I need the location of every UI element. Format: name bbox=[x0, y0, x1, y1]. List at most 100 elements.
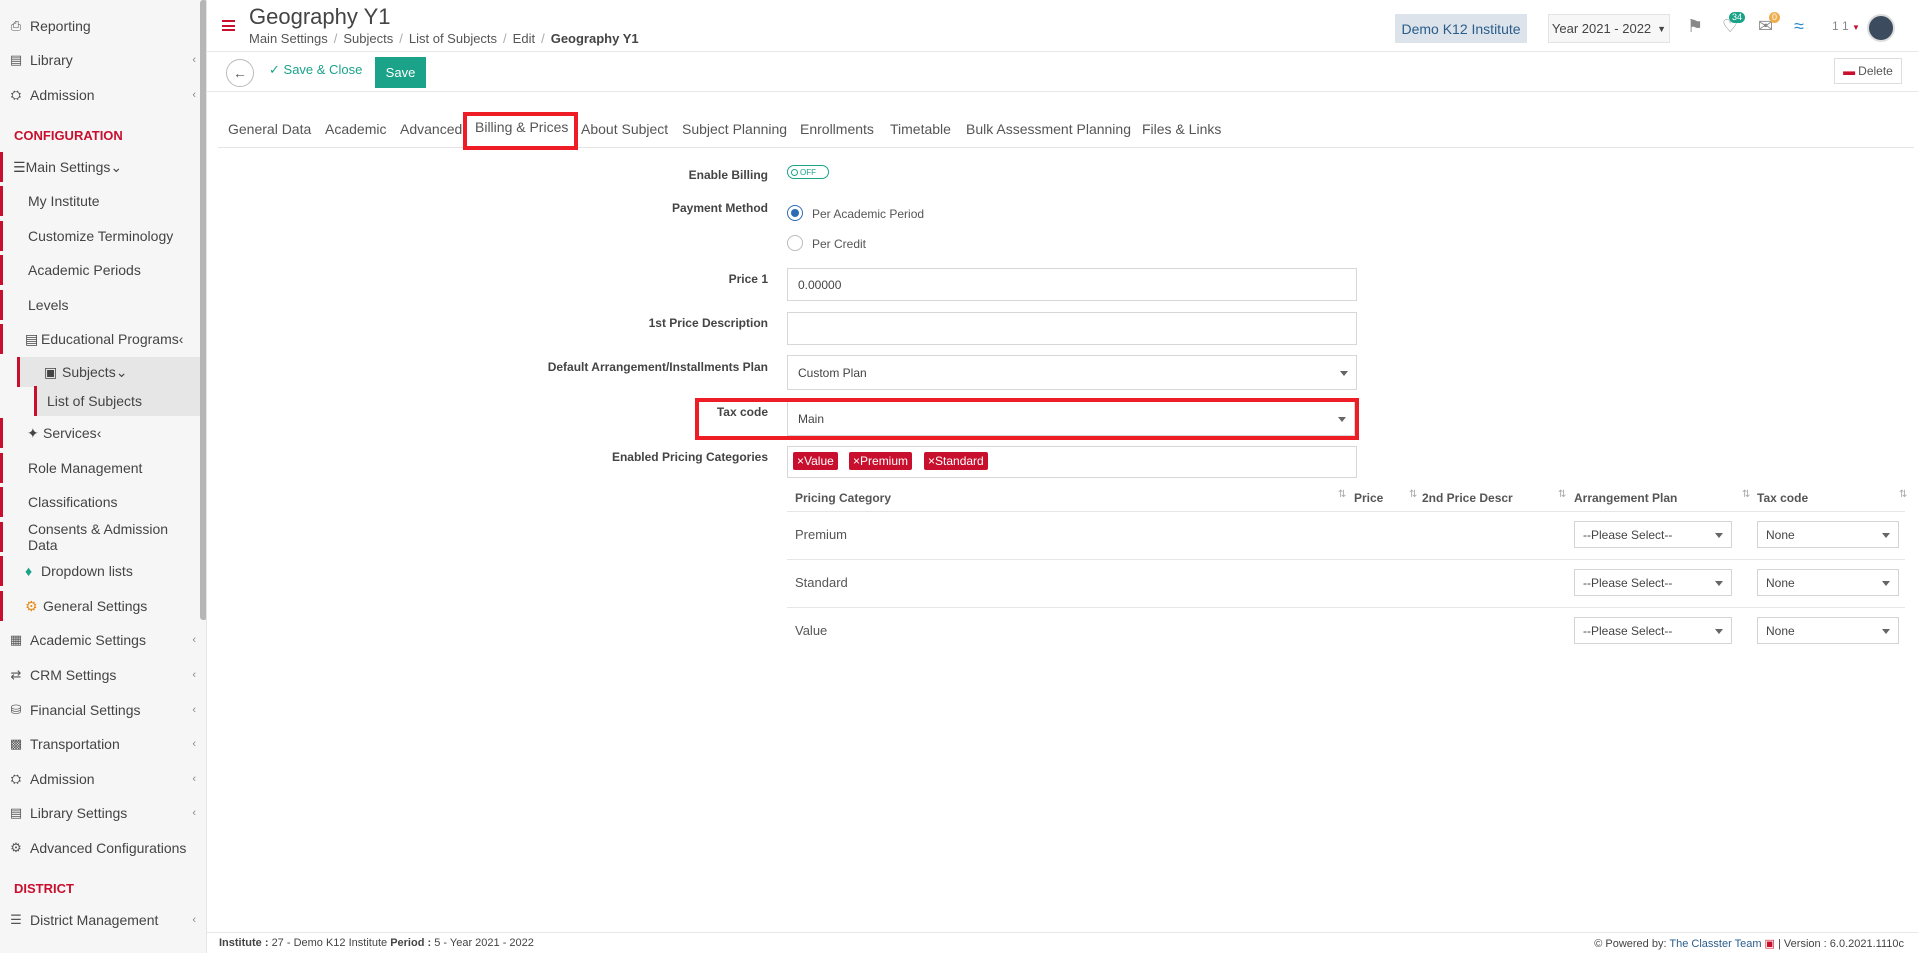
sidebar-item-services[interactable]: ✦ Services ‹ bbox=[0, 418, 200, 448]
sidebar-item-label: Academic Periods bbox=[28, 262, 141, 278]
payment-method-label: Payment Method bbox=[671, 201, 768, 215]
sort-icon[interactable]: ⇅ bbox=[1338, 489, 1346, 500]
sidebar-item-my-institute[interactable]: My Institute bbox=[0, 186, 200, 216]
sidebar-item-dropdown-lists[interactable]: ♦ Dropdown lists bbox=[0, 556, 200, 586]
sidebar-item-admission-2[interactable]: ⛭ Admission ‹ bbox=[0, 764, 200, 794]
header: Geography Y1 Main Settings / Subjects / Li… bbox=[207, 0, 1918, 52]
sidebar-item-educational-programs[interactable]: ▤ Educational Programs ‹ bbox=[0, 324, 200, 354]
arrangement-plan-select[interactable]: --Please Select-- bbox=[1574, 521, 1732, 548]
tab-advanced[interactable]: Advanced bbox=[400, 121, 462, 137]
tab-subject-planning[interactable]: Subject Planning bbox=[682, 121, 787, 137]
sidebar-item-levels[interactable]: Levels bbox=[0, 290, 200, 320]
sidebar-item-subjects[interactable]: ▣ Subjects ⌄ bbox=[17, 357, 200, 387]
price-description-label: 1st Price Description bbox=[648, 316, 768, 330]
column-header-pricing-category[interactable]: Pricing Category bbox=[795, 491, 891, 505]
pricing-tag-premium[interactable]: × Premium bbox=[849, 452, 913, 470]
classter-team-link[interactable]: The Classter Team bbox=[1669, 938, 1761, 950]
table-row: Standard --Please Select-- None bbox=[787, 559, 1905, 607]
tag-label: Premium bbox=[860, 454, 909, 468]
sidebar-item-label: CRM Settings bbox=[30, 667, 117, 683]
sidebar-item-library[interactable]: ▤ Library ‹ bbox=[0, 45, 200, 75]
breadcrumb-list-of-subjects[interactable]: List of Subjects bbox=[409, 31, 497, 46]
district-heading: DISTRICT bbox=[14, 881, 74, 896]
column-header-price[interactable]: Price bbox=[1354, 491, 1383, 505]
sidebar-item-admission[interactable]: ⛭ Admission ‹ bbox=[0, 80, 200, 110]
column-header-arrangement-plan[interactable]: Arrangement Plan bbox=[1574, 491, 1677, 505]
year-select[interactable]: Year 2021 - 2022 ▼ bbox=[1548, 14, 1670, 43]
avatar[interactable] bbox=[1867, 14, 1895, 42]
sidebar-item-library-settings[interactable]: ▤ Library Settings ‹ bbox=[0, 798, 200, 828]
tab-files-links[interactable]: Files & Links bbox=[1142, 121, 1221, 137]
sort-icon[interactable]: ⇅ bbox=[1899, 489, 1907, 500]
tax-code-select[interactable]: None bbox=[1757, 569, 1899, 596]
chevron-left-icon: ‹ bbox=[192, 704, 196, 716]
back-button[interactable]: ← bbox=[226, 59, 254, 87]
breadcrumb-main-settings[interactable]: Main Settings bbox=[249, 31, 328, 46]
sidebar-item-advanced-configurations[interactable]: ⚙ Advanced Configurations bbox=[0, 833, 200, 863]
sidebar-item-customize-terminology[interactable]: Customize Terminology bbox=[0, 221, 200, 251]
remove-icon[interactable]: × bbox=[797, 454, 804, 468]
hamburger-icon[interactable] bbox=[222, 20, 235, 31]
arrangement-plan-select[interactable]: Custom Plan bbox=[787, 355, 1357, 390]
enable-billing-toggle[interactable]: OFF bbox=[787, 165, 829, 179]
price1-input[interactable]: 0.00000 bbox=[787, 268, 1357, 301]
delete-button[interactable]: ▬ Delete bbox=[1834, 58, 1902, 84]
tab-timetable[interactable]: Timetable bbox=[890, 121, 951, 137]
price-description-input[interactable] bbox=[787, 312, 1357, 345]
save-button[interactable]: Save bbox=[375, 57, 426, 88]
sidebar-item-academic-settings[interactable]: ▦ Academic Settings ‹ bbox=[0, 625, 200, 655]
arrangement-plan-select[interactable]: --Please Select-- bbox=[1574, 617, 1732, 644]
remove-icon[interactable]: × bbox=[928, 454, 935, 468]
enable-billing-label: Enable Billing bbox=[688, 168, 768, 182]
sidebar-item-list-of-subjects[interactable]: List of Subjects bbox=[34, 386, 200, 416]
column-header-tax-code[interactable]: Tax code bbox=[1757, 491, 1808, 505]
tag-label: Value bbox=[804, 454, 834, 468]
trash-icon: ▬ bbox=[1843, 64, 1856, 78]
tab-bulk-assessment-planning[interactable]: Bulk Assessment Planning bbox=[966, 121, 1131, 137]
sidebar-item-general-settings[interactable]: ⚙ General Settings bbox=[0, 591, 200, 621]
sidebar-item-reporting[interactable]: ⎙ Reporting bbox=[0, 11, 200, 41]
bus-icon: ▩ bbox=[9, 736, 23, 751]
sidebar-item-consents[interactable]: Consents & Admission Data bbox=[0, 521, 200, 553]
column-header-2nd-price-descr[interactable]: 2nd Price Descr bbox=[1422, 491, 1513, 505]
user-name[interactable]: 1 1 ▼ bbox=[1832, 19, 1860, 33]
library-icon: ▤ bbox=[9, 805, 23, 820]
layers-icon[interactable]: ≈ bbox=[1794, 16, 1804, 37]
tax-code-select[interactable]: None bbox=[1757, 521, 1899, 548]
sidebar-item-label: Library bbox=[30, 52, 73, 68]
pricing-tag-standard[interactable]: × Standard bbox=[924, 452, 988, 470]
radio-per-credit[interactable] bbox=[787, 235, 803, 251]
sidebar-item-academic-periods[interactable]: Academic Periods bbox=[0, 255, 200, 285]
tax-code-select[interactable]: None bbox=[1757, 617, 1899, 644]
sidebar-item-classifications[interactable]: Classifications bbox=[0, 487, 200, 517]
arrangement-plan-select[interactable]: --Please Select-- bbox=[1574, 569, 1732, 596]
sidebar-item-district-management[interactable]: ☰ District Management ‹ bbox=[0, 905, 200, 935]
sort-icon[interactable]: ⇅ bbox=[1742, 489, 1750, 500]
flag-icon[interactable]: ⚑ bbox=[1687, 16, 1703, 37]
breadcrumb-edit[interactable]: Edit bbox=[513, 31, 535, 46]
institute-button[interactable]: Demo K12 Institute bbox=[1395, 14, 1527, 43]
programs-icon: ▤ bbox=[25, 330, 39, 347]
breadcrumb-subjects[interactable]: Subjects bbox=[343, 31, 393, 46]
sidebar-item-role-management[interactable]: Role Management bbox=[0, 453, 200, 483]
radio-per-academic-period[interactable] bbox=[787, 205, 803, 221]
sidebar-scrollbar[interactable] bbox=[200, 0, 206, 620]
sort-icon[interactable]: ⇅ bbox=[1558, 489, 1566, 500]
tab-general-data[interactable]: General Data bbox=[228, 121, 311, 137]
sort-icon[interactable]: ⇅ bbox=[1409, 489, 1417, 500]
sidebar-item-transportation[interactable]: ▩ Transportation ‹ bbox=[0, 729, 200, 759]
sidebar-item-main-settings[interactable]: ☰ Main Settings ⌄ bbox=[0, 152, 200, 182]
sidebar-item-crm-settings[interactable]: ⇄ CRM Settings ‹ bbox=[0, 660, 200, 690]
table-row: Premium --Please Select-- None bbox=[787, 511, 1905, 559]
sidebar-item-label: Financial Settings bbox=[30, 702, 141, 718]
chevron-left-icon: ‹ bbox=[192, 914, 196, 926]
tab-enrollments[interactable]: Enrollments bbox=[800, 121, 874, 137]
mail-badge: 0 bbox=[1769, 12, 1781, 23]
save-close-button[interactable]: ✓ Save & Close bbox=[269, 62, 362, 78]
pricing-tag-value[interactable]: × Value bbox=[793, 452, 838, 470]
sidebar-item-financial-settings[interactable]: ⛁ Financial Settings ‹ bbox=[0, 695, 200, 725]
sidebar-item-label: General Settings bbox=[43, 598, 148, 614]
tab-about-subject[interactable]: About Subject bbox=[581, 121, 668, 137]
remove-icon[interactable]: × bbox=[853, 454, 860, 468]
tab-academic[interactable]: Academic bbox=[325, 121, 386, 137]
